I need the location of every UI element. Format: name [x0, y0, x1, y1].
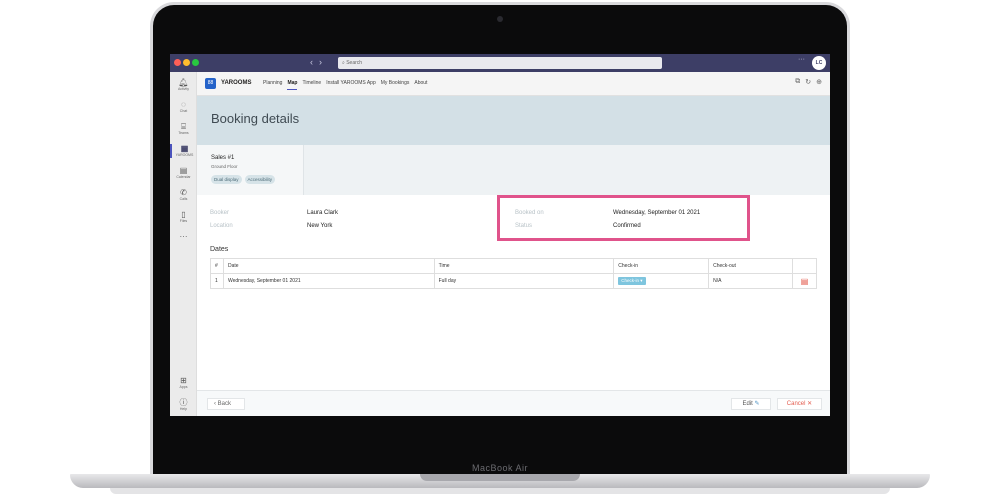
table-header-row: # Date Time Check-in Check-out — [210, 258, 818, 274]
location-value: New York — [307, 223, 333, 229]
rail-item-apps[interactable]: ⊞ Apps — [170, 376, 197, 390]
tab-my-bookings[interactable]: My Bookings — [381, 80, 410, 86]
booking-document-icon[interactable]: ▤ — [801, 277, 809, 286]
popout-icon[interactable]: ⧉ — [795, 78, 800, 86]
chevron-left-icon: ‹ — [214, 401, 216, 407]
cell-number: 1 — [210, 273, 224, 289]
booker-label: Booker — [210, 210, 230, 216]
yarooms-icon: ▦ — [180, 144, 189, 153]
search-icon: ⌕ — [342, 60, 345, 66]
tab-about[interactable]: About — [414, 80, 427, 86]
col-time: Time — [433, 258, 615, 274]
more-options-icon[interactable]: ··· — [798, 56, 805, 63]
file-icon: ▯ — [181, 210, 186, 219]
camera-icon — [497, 16, 503, 22]
laptop-shadow — [110, 488, 890, 494]
search-placeholder: Search — [346, 60, 363, 66]
avatar[interactable]: LC — [812, 56, 826, 70]
apps-icon: ⊞ — [180, 376, 187, 385]
cell-date: Wednesday, September 01 2021 — [222, 273, 435, 289]
edit-button[interactable]: Edit ✎ — [731, 398, 771, 410]
room-name: Sales #1 — [211, 155, 235, 161]
cell-check-in: Check-in ▾ — [613, 273, 710, 289]
highlight-box — [497, 195, 750, 241]
tag-dual-display: Dual display — [211, 175, 242, 184]
chat-icon: ◌ — [181, 100, 186, 109]
rail-item-help[interactable]: ⓘ Help — [170, 398, 197, 412]
rail-item-calendar[interactable]: ▤ Calendar — [170, 166, 197, 180]
col-check-out: Check-out — [708, 258, 793, 274]
forward-arrow-icon[interactable]: › — [319, 57, 328, 67]
phone-icon: ✆ — [180, 188, 187, 197]
laptop-notch — [420, 474, 580, 481]
rail-item-chat[interactable]: ◌ Chat — [170, 100, 197, 114]
tab-planning[interactable]: Planning — [263, 80, 282, 86]
tag-accessibility: Accessibility — [244, 175, 276, 184]
booker-value: Laura Clark — [307, 210, 339, 216]
cell-actions: ▤ — [791, 273, 818, 289]
refresh-icon[interactable]: ↻ — [805, 78, 811, 86]
rail-more[interactable]: ··· — [170, 232, 197, 241]
rail-item-teams[interactable]: ⌸ Teams — [170, 122, 197, 136]
stage: MacBook Air ‹› ⌕ Search ··· LC 🔔︎ Activi… — [0, 0, 1000, 500]
room-band: Sales #1 Ground Floor Dual display Acces… — [197, 145, 830, 195]
page-footer: ‹ Back Edit ✎ Cancel ✕ — [197, 390, 830, 416]
close-window-icon[interactable] — [174, 59, 181, 66]
tab-map[interactable]: Map — [287, 80, 298, 90]
rail-item-files[interactable]: ▯ Files — [170, 210, 197, 224]
location-label: Location — [210, 223, 233, 229]
yarooms-logo-icon: 88 — [205, 78, 216, 89]
col-check-in: Check-in — [613, 258, 710, 274]
calendar-icon: ▤ — [179, 166, 188, 175]
app-actions: ⧉ ↻ ⊕ — [795, 78, 822, 86]
teams-icon: ⌸ — [181, 122, 186, 131]
rail-item-yarooms[interactable]: ▦ YAROOMS — [170, 144, 197, 158]
col-date: Date — [222, 258, 435, 274]
cell-check-out: N/A — [708, 273, 793, 289]
history-nav: ‹› — [310, 57, 328, 67]
rail-item-activity[interactable]: 🔔︎ Activity — [170, 78, 197, 92]
page-header: Booking details — [197, 96, 830, 145]
table-row: 1 Wednesday, September 01 2021 Full day … — [210, 273, 818, 289]
tab-install-app[interactable]: Install YAROOMS App — [326, 80, 376, 86]
room-tags: Dual display Accessibility — [211, 175, 276, 184]
check-in-button[interactable]: Check-in ▾ — [618, 277, 646, 285]
maximize-window-icon[interactable] — [192, 59, 199, 66]
bell-icon: 🔔︎ — [178, 78, 189, 87]
app-header: 88 YAROOMS Planning Map Timeline Install… — [197, 72, 830, 96]
tab-timeline[interactable]: Timeline — [302, 80, 321, 86]
chevron-down-icon: ▾ — [640, 278, 643, 283]
dates-title: Dates — [210, 246, 229, 253]
col-actions — [791, 258, 818, 274]
rail-item-calls[interactable]: ✆ Calls — [170, 188, 197, 202]
page-title: Booking details — [211, 111, 300, 126]
minimize-window-icon[interactable] — [183, 59, 190, 66]
more-apps-icon: ··· — [179, 232, 188, 241]
help-icon: ⓘ — [179, 398, 188, 407]
room-card: Sales #1 Ground Floor Dual display Acces… — [197, 145, 304, 195]
close-icon: ✕ — [807, 401, 813, 407]
edit-icon: ✎ — [754, 401, 760, 407]
back-button[interactable]: ‹ Back — [207, 398, 245, 410]
cell-time: Full day — [433, 273, 615, 289]
dates-table: # Date Time Check-in Check-out 1 Wednesd… — [210, 258, 818, 289]
cancel-button[interactable]: Cancel ✕ — [777, 398, 822, 410]
col-number: # — [210, 258, 224, 274]
back-arrow-icon[interactable]: ‹ — [310, 57, 319, 67]
teams-titlebar: ‹› ⌕ Search ··· LC — [170, 54, 830, 72]
app-name: YAROOMS — [221, 80, 252, 86]
globe-icon[interactable]: ⊕ — [816, 78, 822, 86]
teams-app-rail: 🔔︎ Activity ◌ Chat ⌸ Teams ▦ YAROOMS ▤ C… — [170, 72, 197, 416]
app-tabs: Planning Map Timeline Install YAROOMS Ap… — [263, 80, 427, 90]
main-content: 88 YAROOMS Planning Map Timeline Install… — [197, 72, 830, 416]
search-input[interactable]: ⌕ Search — [338, 57, 662, 69]
room-floor: Ground Floor — [211, 164, 238, 169]
